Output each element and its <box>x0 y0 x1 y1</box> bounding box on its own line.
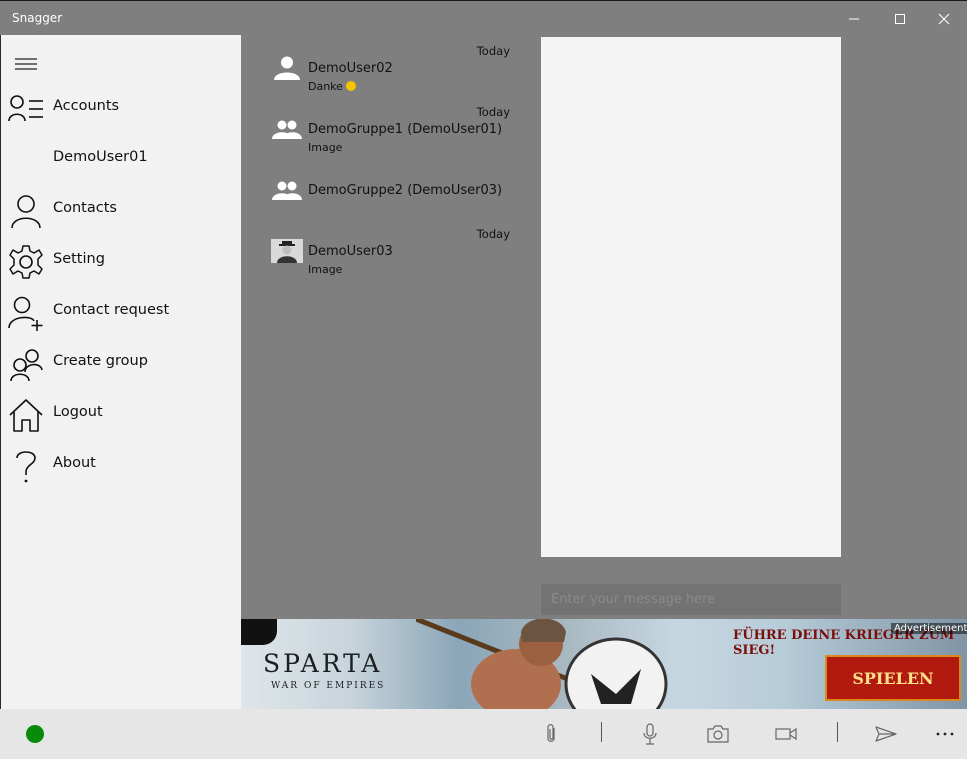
sidebar-item-about[interactable]: About <box>1 442 242 488</box>
chat-name: DemoGruppe1 (DemoUser01) <box>308 122 503 137</box>
gear-icon <box>9 245 43 279</box>
minimize-icon <box>849 18 859 19</box>
smiley-icon <box>345 81 356 91</box>
ad-title: SPARTA <box>263 649 383 678</box>
message-input[interactable] <box>541 584 841 615</box>
sidebar-item-label: About <box>53 455 96 471</box>
chat-list-item[interactable]: Today DemoUser03 Image <box>241 218 541 278</box>
online-status-indicator <box>26 725 44 743</box>
record-video-button[interactable] <box>773 721 799 747</box>
video-camera-icon <box>775 727 797 741</box>
question-icon <box>16 451 36 483</box>
bottom-toolbar <box>0 709 967 759</box>
sidebar-item-label: Create group <box>53 353 148 369</box>
sidebar-item-label: Contacts <box>53 200 117 216</box>
chat-time: Today <box>476 105 510 119</box>
sidebar-item-label: Contact request <box>53 302 170 318</box>
chat-preview: Image <box>308 141 343 154</box>
sidebar-item-accounts[interactable]: Accounts <box>1 85 242 131</box>
person-avatar-icon <box>274 56 300 80</box>
attach-button[interactable] <box>538 721 564 747</box>
chat-list-item[interactable]: Today DemoUser02 Danke <box>241 35 541 95</box>
person-icon <box>11 195 41 229</box>
minimize-button[interactable] <box>831 1 877 36</box>
more-icon <box>936 732 954 736</box>
add-person-icon <box>8 296 43 331</box>
home-icon <box>9 399 43 432</box>
sidebar: Accounts DemoUser01 Contacts Setting Con… <box>0 35 241 709</box>
sidebar-item-contacts[interactable]: Contacts <box>1 187 242 233</box>
group-avatar-icon <box>272 120 302 139</box>
chat-list: Today DemoUser02 Danke Today DemoGruppe1… <box>241 35 541 619</box>
title-bar: Snagger <box>0 0 967 35</box>
paperclip-icon <box>547 724 555 742</box>
send-icon <box>875 726 897 742</box>
toolbar-divider <box>837 722 838 742</box>
maximize-button[interactable] <box>877 1 923 36</box>
sidebar-item-account-demouser01[interactable]: DemoUser01 <box>1 136 242 182</box>
ad-label: Advertisement <box>891 623 967 634</box>
photo-avatar <box>271 239 303 263</box>
send-button[interactable] <box>873 721 899 747</box>
camera-icon <box>707 725 729 743</box>
group-icon <box>10 349 43 382</box>
message-pane-footer <box>541 557 841 584</box>
close-icon <box>938 13 950 24</box>
more-options-button[interactable] <box>932 721 958 747</box>
sidebar-item-setting[interactable]: Setting <box>1 238 242 284</box>
ad-warrior-image <box>416 619 668 709</box>
group-avatar-icon <box>272 181 302 200</box>
take-photo-button[interactable] <box>705 721 731 747</box>
chat-list-item[interactable]: Today DemoGruppe1 (DemoUser01) Image <box>241 96 541 156</box>
chat-name: DemoGruppe2 (DemoUser03) <box>308 183 503 198</box>
record-audio-button[interactable] <box>637 721 663 747</box>
chat-time: Today <box>476 44 510 58</box>
sidebar-item-label: DemoUser01 <box>53 149 148 165</box>
ad-subtitle: WAR OF EMPIRES <box>271 681 386 691</box>
window-title: Snagger <box>12 11 63 25</box>
hamburger-menu-icon[interactable] <box>15 55 39 73</box>
chat-name: DemoUser02 <box>308 61 393 76</box>
close-button[interactable] <box>921 1 967 36</box>
chat-preview: Danke <box>308 80 356 93</box>
toolbar-divider <box>601 722 602 742</box>
accounts-icon <box>8 95 43 122</box>
sidebar-item-contact-request[interactable]: Contact request <box>1 289 242 335</box>
sidebar-item-create-group[interactable]: Create group <box>1 340 242 386</box>
chat-name: DemoUser03 <box>308 244 393 259</box>
maximize-icon <box>895 13 905 24</box>
sidebar-item-label: Setting <box>53 251 105 267</box>
chat-list-item[interactable]: DemoGruppe2 (DemoUser03) <box>241 157 541 217</box>
sidebar-item-label: Accounts <box>53 98 120 114</box>
advertisement-banner[interactable]: SPARTA WAR OF EMPIRES FÜHRE DEINE KRIEGE… <box>241 619 967 709</box>
message-pane <box>541 37 841 557</box>
microphone-icon <box>643 723 657 745</box>
ad-logo <box>241 619 277 645</box>
ad-play-button[interactable]: SPIELEN <box>825 655 961 701</box>
sidebar-item-label: Logout <box>53 404 103 420</box>
sidebar-item-logout[interactable]: Logout <box>1 391 242 437</box>
chat-preview: Image <box>308 263 343 276</box>
chat-time: Today <box>476 227 510 241</box>
